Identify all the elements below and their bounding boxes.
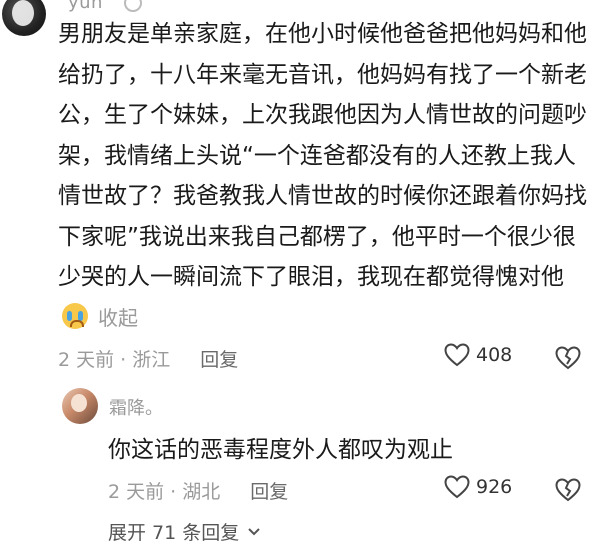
reply-like-button[interactable]: 926: [444, 475, 512, 499]
expand-replies-button[interactable]: 展开 71 条回复: [108, 518, 261, 545]
commenter-avatar[interactable]: [2, 0, 46, 36]
reply-like-count: 926: [476, 476, 513, 498]
comment-like-button[interactable]: 408: [444, 343, 512, 367]
collapse-link[interactable]: 收起: [98, 306, 138, 330]
expand-replies-label: 展开 71 条回复: [108, 522, 240, 544]
comment-reply-button[interactable]: 回复: [200, 345, 238, 372]
heart-outline-icon: [444, 343, 470, 367]
comment-text-block: 男朋友是单亲家庭，在他小时候他爸爸把他妈妈和他给扔了，十八年来毫无音讯，他妈妈有…: [58, 14, 588, 338]
badge-icon: [124, 0, 142, 12]
reply-time-location: 2 天前 · 湖北: [108, 481, 221, 503]
reply-avatar[interactable]: [62, 388, 98, 424]
comment-text: 男朋友是单亲家庭，在他小时候他爸爸把他妈妈和他给扔了，十八年来毫无音讯，他妈妈有…: [58, 21, 587, 290]
commenter-username[interactable]: yun: [68, 0, 103, 13]
comment-like-count: 408: [476, 344, 513, 366]
broken-heart-icon[interactable]: [555, 346, 581, 370]
comment-time-location: 2 天前 · 浙江: [58, 349, 171, 371]
reply-text: 你这话的恶毒程度外人都叹为观止: [108, 437, 453, 463]
broken-heart-icon[interactable]: [555, 478, 581, 502]
chevron-down-icon: [248, 528, 261, 536]
reply-reply-button[interactable]: 回复: [250, 477, 288, 504]
crying-face-icon: [62, 302, 88, 329]
heart-outline-icon: [444, 475, 470, 499]
comment-meta: 2 天前 · 浙江 回复: [58, 345, 238, 372]
reply-username[interactable]: 霜降。: [109, 394, 163, 420]
reply-meta: 2 天前 · 湖北 回复: [108, 477, 288, 504]
